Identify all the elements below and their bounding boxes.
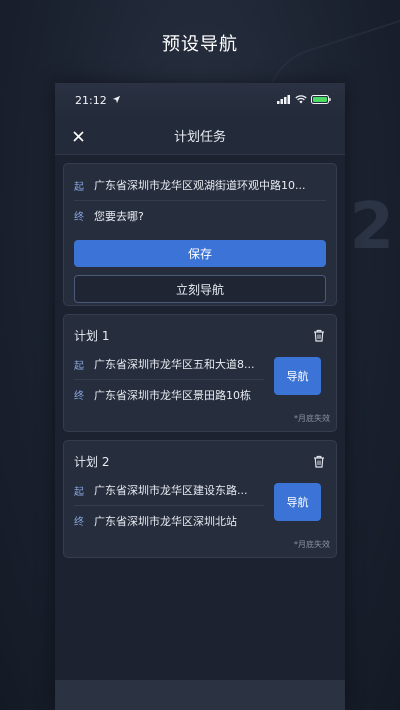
- plan-start: 起 广东省深圳市龙华区建设东路...: [74, 475, 264, 505]
- content: 起 广东省深圳市龙华区观湖街道环观中路10... 终 您要去哪? 保存 立刻导航…: [55, 155, 345, 558]
- battery-icon: [311, 94, 331, 107]
- save-button[interactable]: 保存: [74, 240, 326, 267]
- plan-card: 计划 2 起 广东省深圳市龙华区建设东路... 终 广东省深圳市龙华区深圳北站 …: [63, 440, 337, 558]
- start-address: 广东省深圳市龙华区观湖街道环观中路10...: [94, 179, 306, 192]
- navigate-button[interactable]: 导航: [274, 483, 321, 521]
- background-decoration-glyph: 2: [349, 190, 394, 264]
- promo-title: 预设导航: [162, 34, 238, 55]
- plan-start-address: 广东省深圳市龙华区五和大道8...: [94, 358, 255, 371]
- start-tag: 起: [74, 181, 84, 193]
- route-editor-card: 起 广东省深圳市龙华区观湖街道环观中路10... 终 您要去哪? 保存 立刻导航: [63, 163, 337, 306]
- plan-start-address: 广东省深圳市龙华区建设东路...: [94, 484, 248, 497]
- wifi-icon: [295, 94, 307, 107]
- navigate-button[interactable]: 导航: [274, 357, 321, 395]
- status-bar: 21:12: [55, 83, 345, 117]
- destination-field[interactable]: 终 您要去哪?: [74, 200, 326, 230]
- close-icon[interactable]: [67, 125, 89, 147]
- trash-icon[interactable]: [312, 328, 326, 342]
- plan-end: 终 广东省深圳市龙华区深圳北站: [74, 505, 264, 535]
- start-tag: 起: [74, 486, 84, 498]
- nav-header: 计划任务: [55, 117, 345, 155]
- signal-icon: [277, 94, 291, 107]
- plan-end: 终 广东省深圳市龙华区景田路10栋: [74, 379, 264, 409]
- plan-title: 计划 1: [74, 328, 110, 343]
- plan-title: 计划 2: [74, 454, 110, 469]
- trash-icon[interactable]: [312, 454, 326, 468]
- end-tag: 终: [74, 517, 84, 528]
- page-title: 计划任务: [173, 130, 226, 145]
- expire-note: *月底失效: [294, 540, 330, 549]
- expire-note: *月底失效: [294, 414, 330, 423]
- plan-end-address: 广东省深圳市龙华区景田路10栋: [94, 388, 251, 402]
- start-tag: 起: [74, 360, 84, 372]
- start-field[interactable]: 起 广东省深圳市龙华区观湖街道环观中路10...: [74, 170, 326, 200]
- location-arrow-icon: [112, 94, 121, 107]
- status-time: 21:12: [75, 93, 107, 107]
- end-tag: 终: [74, 391, 84, 402]
- phone-screen: 21:12 计划任务 起 广东省深圳市龙华区观湖街道环观中路10... 终 您要…: [55, 83, 345, 710]
- bottom-bar: [55, 680, 345, 710]
- plan-end-address: 广东省深圳市龙华区深圳北站: [94, 514, 237, 528]
- plan-card: 计划 1 起 广东省深圳市龙华区五和大道8... 终 广东省深圳市龙华区景田路1…: [63, 314, 337, 432]
- plan-start: 起 广东省深圳市龙华区五和大道8...: [74, 349, 264, 379]
- end-tag: 终: [74, 212, 84, 223]
- navigate-now-button[interactable]: 立刻导航: [74, 275, 326, 303]
- destination-placeholder: 您要去哪?: [94, 209, 144, 223]
